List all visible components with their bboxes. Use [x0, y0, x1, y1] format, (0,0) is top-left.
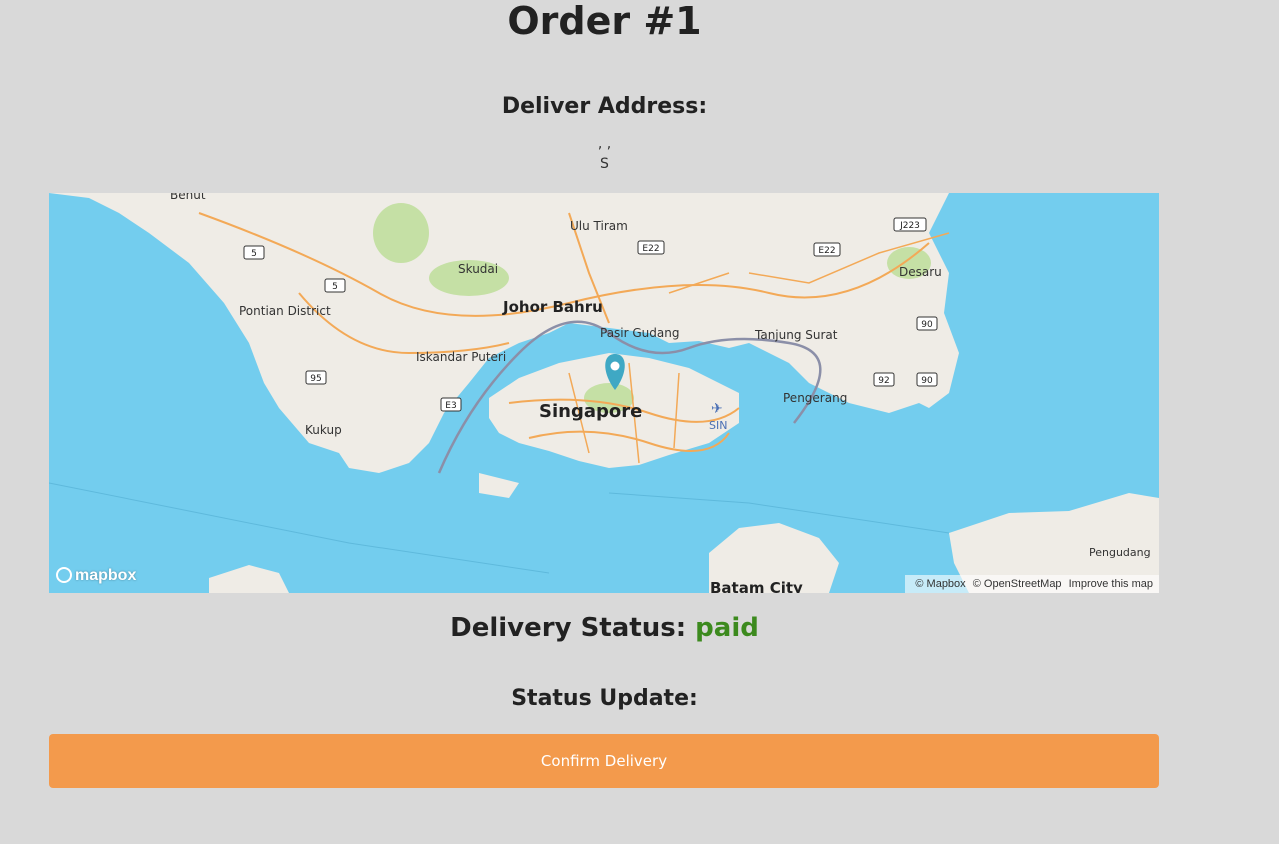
label-pontian: Pontian District	[239, 304, 331, 318]
shield-e3: E3	[440, 397, 462, 412]
label-kukup: Kukup	[305, 423, 342, 437]
label-ulu-tiram: Ulu Tiram	[570, 219, 628, 233]
svg-text:E3: E3	[445, 401, 456, 411]
delivery-status-value: paid	[695, 613, 759, 643]
label-sin: SIN	[709, 419, 727, 432]
shield-92: 92	[873, 372, 895, 387]
svg-text:95: 95	[310, 374, 321, 384]
shield-e22b: E22	[813, 242, 841, 257]
mapbox-logo[interactable]: mapbox	[56, 567, 136, 585]
svg-text:E22: E22	[642, 244, 659, 254]
land-islet-2	[479, 473, 519, 498]
map-attribution: © Mapbox © OpenStreetMap Improve this ma…	[905, 575, 1159, 593]
shield-5b: 5	[324, 278, 346, 293]
shield-90b: 90	[916, 372, 938, 387]
svg-text:J223: J223	[899, 221, 920, 231]
page-title: Order #1	[507, 0, 702, 43]
label-johor-bahru: Johor Bahru	[502, 298, 603, 316]
svg-text:90: 90	[921, 376, 933, 386]
shield-95: 95	[305, 370, 327, 385]
airport-icon: ✈	[711, 401, 723, 417]
label-iskandar: Iskandar Puteri	[416, 350, 506, 364]
svg-text:90: 90	[921, 320, 933, 330]
mapbox-logo-icon	[56, 567, 72, 583]
park-1	[373, 203, 429, 263]
status-update-heading: Status Update:	[511, 686, 698, 711]
attribution-mapbox-link[interactable]: © Mapbox	[915, 578, 965, 590]
label-pengudang: Pengudang	[1089, 546, 1151, 559]
shield-5a: 5	[243, 245, 265, 260]
attribution-osm-link[interactable]: © OpenStreetMap	[973, 578, 1062, 590]
svg-text:E22: E22	[818, 246, 835, 256]
address-line-1: , ,	[597, 136, 612, 152]
label-tanjung-surat: Tanjung Surat	[754, 328, 838, 342]
delivery-status: Delivery Status: paid	[0, 613, 1209, 643]
delivery-map[interactable]: ✈ Benut Ulu Tiram Skudai Johor Bahru Pon…	[49, 193, 1159, 593]
map-canvas: ✈ Benut Ulu Tiram Skudai Johor Bahru Pon…	[49, 193, 1159, 593]
label-pasir-gudang: Pasir Gudang	[600, 326, 679, 340]
improve-map-link[interactable]: Improve this map	[1069, 578, 1153, 590]
svg-text:5: 5	[332, 282, 338, 292]
shield-j223: J223	[893, 217, 927, 232]
shield-90a: 90	[916, 316, 938, 331]
label-singapore: Singapore	[539, 401, 642, 422]
svg-text:92: 92	[878, 376, 889, 386]
land-islet-1	[209, 565, 289, 593]
address-line-2: S	[600, 156, 609, 172]
shield-e22a: E22	[637, 240, 665, 255]
label-batam: Batam City	[710, 579, 803, 593]
address-heading: Deliver Address:	[501, 94, 708, 119]
label-skudai: Skudai	[458, 262, 498, 276]
label-benut: Benut	[170, 193, 206, 202]
label-pengerang: Pengerang	[783, 391, 847, 405]
confirm-delivery-button[interactable]: Confirm Delivery	[49, 734, 1159, 788]
delivery-status-label: Delivery Status:	[450, 613, 687, 643]
svg-text:5: 5	[251, 249, 257, 259]
label-desaru: Desaru	[899, 265, 942, 279]
